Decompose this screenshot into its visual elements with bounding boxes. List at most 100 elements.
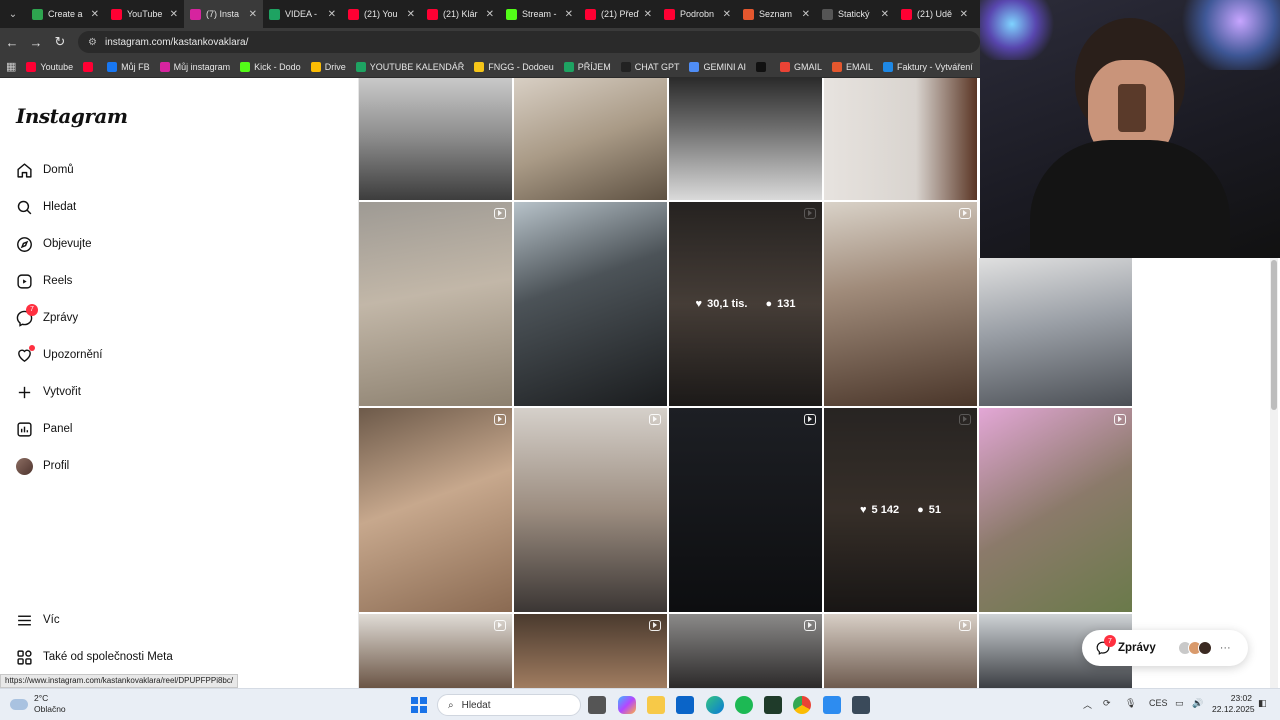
sidebar-item-avatar[interactable]: Profil [16,454,69,478]
language-indicator[interactable]: CES [1149,698,1168,708]
back-icon[interactable]: ← [0,28,24,56]
post-tile[interactable] [669,614,822,688]
post-tile[interactable] [514,408,667,612]
tray-chevron-icon[interactable]: ︿ [1083,698,1092,711]
sidebar-item-meta[interactable]: Také od společnosti Meta [16,645,173,669]
browser-tab[interactable]: Statický ✕ [816,0,895,28]
sidebar-item-dashboard[interactable]: Panel [16,417,72,441]
system-clock[interactable]: 23:02 22.12.2025 [1212,693,1255,715]
browser-tab[interactable]: Podrobn ✕ [658,0,737,28]
file-explorer-icon[interactable] [647,696,665,714]
browser-tab[interactable]: YouTube ✕ [105,0,184,28]
browser-tab[interactable]: (21) Klár ✕ [421,0,500,28]
sidebar-item-heart[interactable]: Upozornění [16,343,102,367]
sidebar-item-reels[interactable]: Reels [16,269,72,293]
display-icon[interactable]: ▭ [1175,698,1184,709]
bookmark-item[interactable]: Faktury - Vytváření [883,61,973,72]
sidebar-item-compass[interactable]: Objevujte [16,232,92,256]
more-icon[interactable]: ··· [1220,642,1231,654]
close-icon[interactable]: ✕ [328,9,336,20]
instagram-logo[interactable]: Instagram [16,104,128,128]
close-icon[interactable]: ✕ [486,9,494,20]
outlook-icon[interactable] [676,696,694,714]
bookmark-item[interactable]: Kick - Dodo [240,61,301,72]
post-tile[interactable] [359,78,512,200]
close-icon[interactable]: ✕ [644,9,652,20]
browser-tab[interactable]: Stream - ✕ [500,0,579,28]
volume-icon[interactable]: 🔊 [1192,698,1203,709]
bookmark-item[interactable]: YOUTUBE KALENDÁŘ [355,61,464,72]
post-tile[interactable] [514,78,667,200]
post-tile[interactable] [359,614,512,688]
bookmark-item[interactable]: CHAT GPT [620,61,679,72]
post-tile[interactable] [359,202,512,406]
chrome-icon[interactable] [793,696,811,714]
weather-widget[interactable]: 2°C Oblačno [10,693,66,715]
scrollbar-thumb[interactable] [1271,260,1277,410]
post-tile[interactable] [669,78,822,200]
post-tile[interactable] [824,202,977,406]
store-icon[interactable] [823,696,841,714]
bookmark-item[interactable] [83,61,97,72]
sidebar-item-home[interactable]: Domů [16,158,74,182]
post-tile[interactable] [669,408,822,612]
post-tile-hovered[interactable]: ♥ 30,1 tis. ● 131 [669,202,822,406]
forward-icon[interactable]: → [24,28,48,56]
calculator-icon[interactable] [852,696,870,714]
task-view-icon[interactable] [588,696,606,714]
page-scrollbar[interactable] [1270,258,1278,688]
notifications-icon[interactable]: ◧ [1258,698,1267,709]
sidebar-item-plus[interactable]: Vytvořit [16,380,81,404]
close-icon[interactable]: ✕ [565,9,573,20]
bookmark-item[interactable]: EMAIL [832,61,873,72]
browser-tab[interactable]: VIDEA - ✕ [263,0,342,28]
bookmark-item[interactable]: Můj instagram [159,61,230,72]
messages-floating-button[interactable]: 7 Zprávy ··· [1082,630,1248,666]
post-tile[interactable] [979,408,1132,612]
sidebar-item-messenger[interactable]: 7 Zprávy [16,303,78,330]
tab-search-icon[interactable]: ⌄ [0,0,26,28]
close-icon[interactable]: ✕ [249,9,257,20]
post-tile[interactable] [824,614,977,688]
spotify-icon[interactable] [735,696,753,714]
close-icon[interactable]: ✕ [407,9,415,20]
close-icon[interactable]: ✕ [91,9,99,20]
microphone-icon[interactable]: 🎙 [1125,698,1136,709]
browser-tab[interactable]: Seznam ✕ [737,0,816,28]
browser-tab[interactable]: (21) You ✕ [342,0,421,28]
edge-icon[interactable] [706,696,724,714]
close-icon[interactable]: ✕ [802,9,810,20]
post-tile[interactable] [979,258,1132,406]
browser-tab[interactable]: (21) Udě ✕ [895,0,974,28]
url-field[interactable]: ⚙ instagram.com/kastankovaklara/ [78,31,980,53]
post-tile[interactable] [514,614,667,688]
reload-icon[interactable]: ↻ [48,28,72,56]
bookmark-item[interactable]: FNGG - Dodoeu [474,61,554,72]
bookmark-item[interactable] [755,61,770,72]
post-tile[interactable] [514,202,667,406]
bookmark-item[interactable]: Youtube [26,61,73,72]
copilot-icon[interactable] [618,696,636,714]
post-tile[interactable] [359,408,512,612]
post-tile-hovered[interactable]: ♥ 5 142 ● 51 [824,408,977,612]
close-icon[interactable]: ✕ [960,9,968,20]
close-icon[interactable]: ✕ [881,9,889,20]
bookmark-item[interactable]: Můj FB [107,61,150,72]
browser-tab[interactable]: Create a ✕ [26,0,105,28]
sync-icon[interactable]: ⟳ [1103,698,1111,709]
bookmark-item[interactable]: Drive [310,61,346,72]
close-icon[interactable]: ✕ [723,9,731,20]
terminal-icon[interactable] [764,696,782,714]
windows-start-icon[interactable] [411,697,427,713]
browser-tab[interactable]: (21) Přeď ✕ [579,0,658,28]
post-tile[interactable] [824,78,977,200]
site-info-icon[interactable]: ⚙ [88,37,97,48]
close-icon[interactable]: ✕ [170,9,178,20]
browser-tab[interactable]: (7) Insta ✕ [184,0,263,28]
bookmark-item[interactable]: GMAIL [779,61,822,72]
taskbar-search[interactable]: ⌕ Hledat [437,694,581,716]
bookmark-item[interactable]: PŘÍJEM [563,61,611,72]
bookmark-item[interactable]: GEMINI AI [689,61,746,72]
apps-grid-icon[interactable]: ▦ [6,60,16,73]
sidebar-item-menu[interactable]: Víc [16,608,60,632]
